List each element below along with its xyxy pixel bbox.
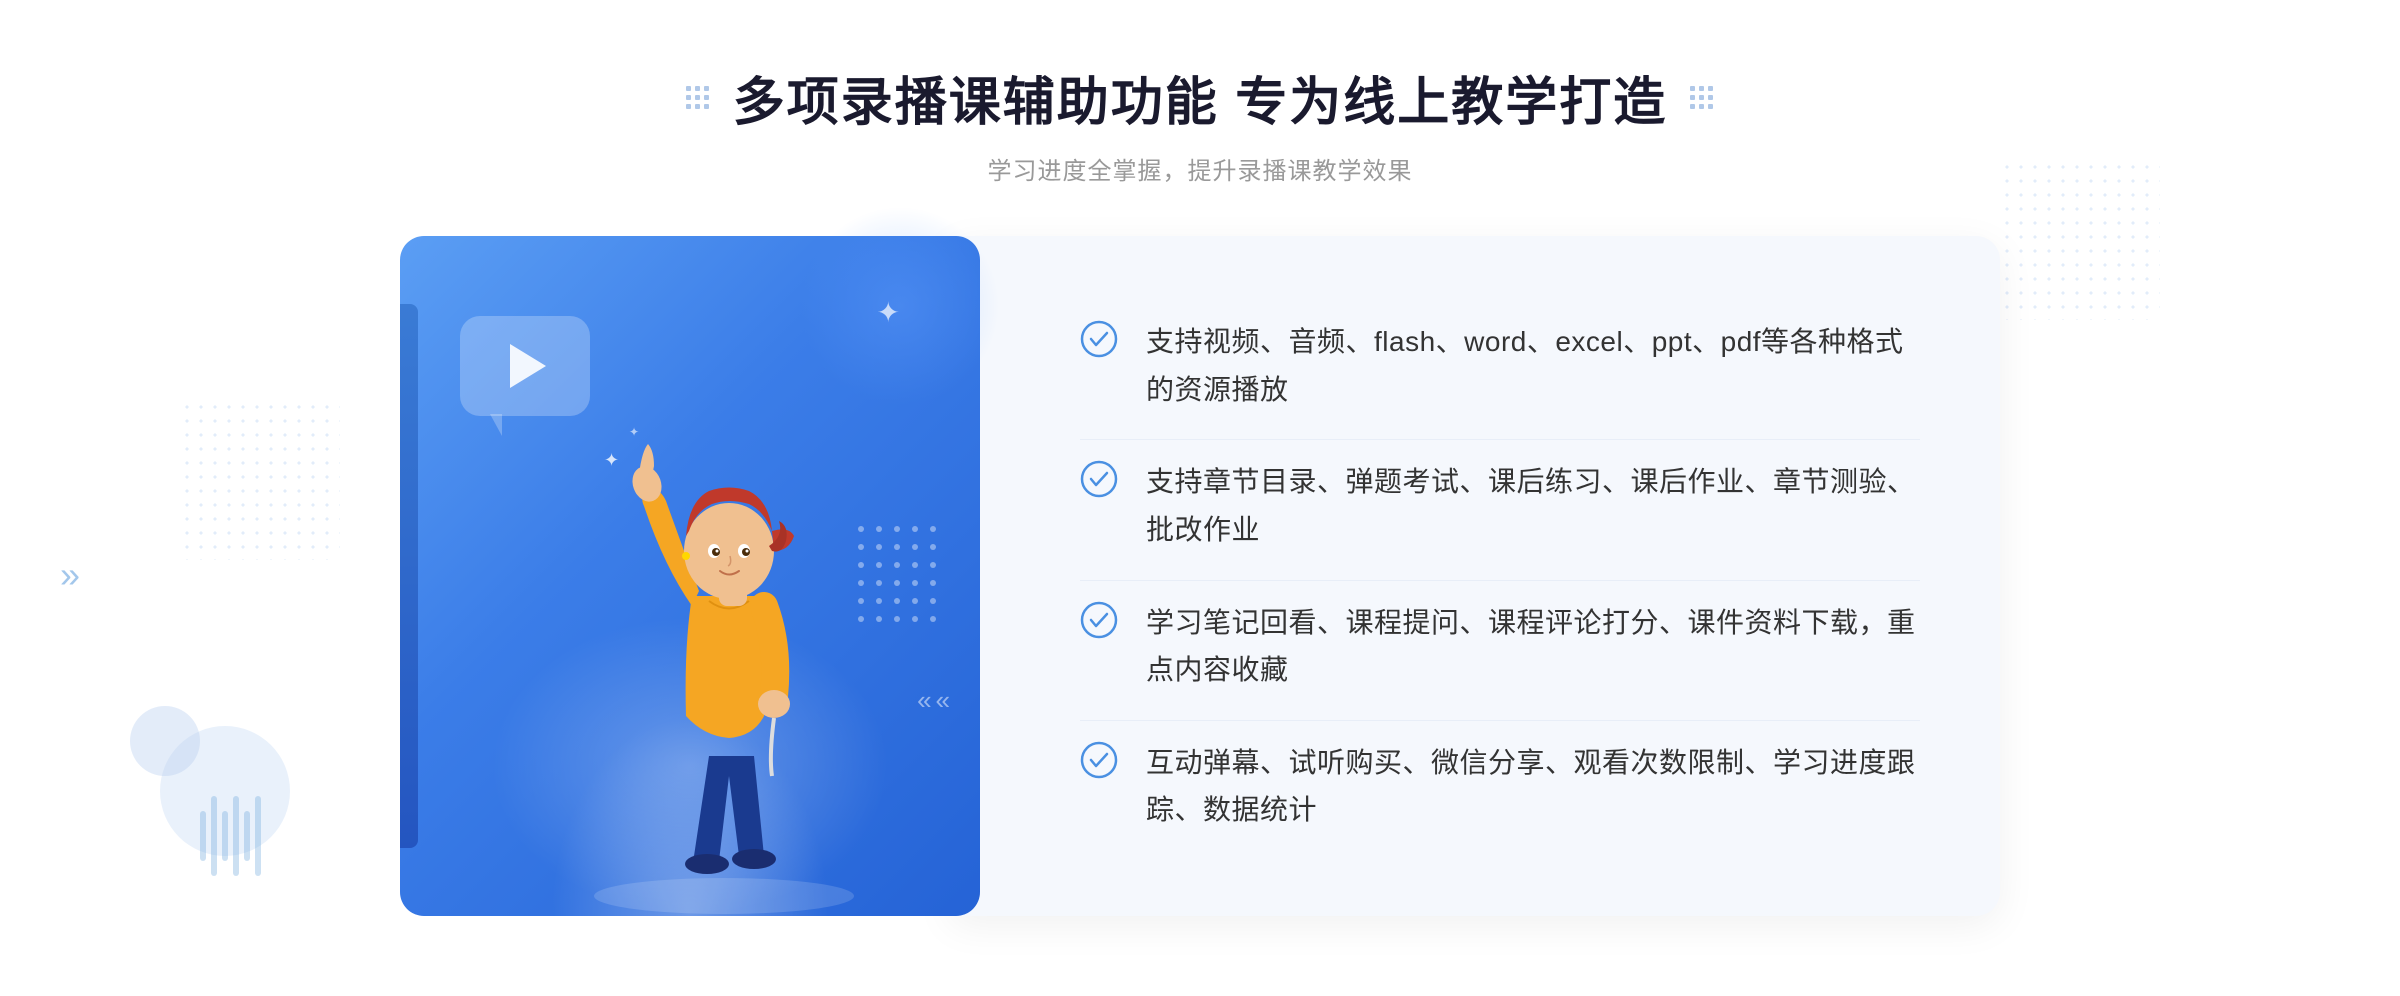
- feature-text-4: 互动弹幕、试听购买、微信分享、观看次数限制、学习进度跟踪、数据统计: [1146, 739, 1920, 834]
- feature-text-2: 支持章节目录、弹题考试、课后练习、课后作业、章节测验、批改作业: [1146, 458, 1920, 553]
- features-panel: 支持视频、音频、flash、word、excel、ppt、pdf等各种格式的资源…: [950, 236, 2000, 916]
- check-icon-1: [1080, 320, 1118, 358]
- main-title: 多项录播课辅助功能 专为线上教学打造: [733, 60, 1667, 135]
- figure-container: ✦ ✦: [554, 336, 894, 916]
- title-deco-right: [1687, 83, 1717, 113]
- check-icon-3: [1080, 601, 1118, 639]
- feature-text-1: 支持视频、音频、flash、word、excel、ppt、pdf等各种格式的资源…: [1146, 318, 1920, 413]
- check-icon-4: [1080, 741, 1118, 779]
- title-wrapper: 多项录播课辅助功能 专为线上教学打造: [683, 60, 1717, 135]
- feature-item-2: 支持章节目录、弹题考试、课后练习、课后作业、章节测验、批改作业: [1080, 439, 1920, 571]
- illus-side-bar: [400, 304, 418, 848]
- header-section: 多项录播课辅助功能 专为线上教学打造 学习进度全掌握，提升录播课教学效果: [683, 60, 1717, 186]
- illus-arrows: « «: [917, 685, 950, 716]
- svg-text:✦: ✦: [629, 425, 639, 439]
- play-icon: [510, 344, 546, 388]
- feature-text-3: 学习笔记回看、课程提问、课程评论打分、课件资料下载，重点内容收藏: [1146, 599, 1920, 694]
- dot-pattern-right: [2000, 160, 2160, 320]
- svg-text:✦: ✦: [604, 450, 619, 470]
- deco-chevron-left: »: [60, 554, 80, 596]
- dot-pattern-left: [180, 400, 340, 560]
- bg-vertical-lines: [200, 796, 261, 876]
- check-icon-2: [1080, 460, 1118, 498]
- illustration-panel: ✦: [400, 236, 980, 916]
- feature-item-1: 支持视频、音频、flash、word、excel、ppt、pdf等各种格式的资源…: [1080, 300, 1920, 431]
- deco-star: ✦: [877, 296, 900, 329]
- sub-title: 学习进度全掌握，提升录播课教学效果: [683, 151, 1717, 186]
- title-deco-left: [683, 83, 713, 113]
- feature-item-3: 学习笔记回看、课程提问、课程评论打分、课件资料下载，重点内容收藏: [1080, 580, 1920, 712]
- deco-circle-2: [130, 706, 200, 776]
- content-area: ✦: [400, 236, 2000, 916]
- feature-item-4: 互动弹幕、试听购买、微信分享、观看次数限制、学习进度跟踪、数据统计: [1080, 720, 1920, 852]
